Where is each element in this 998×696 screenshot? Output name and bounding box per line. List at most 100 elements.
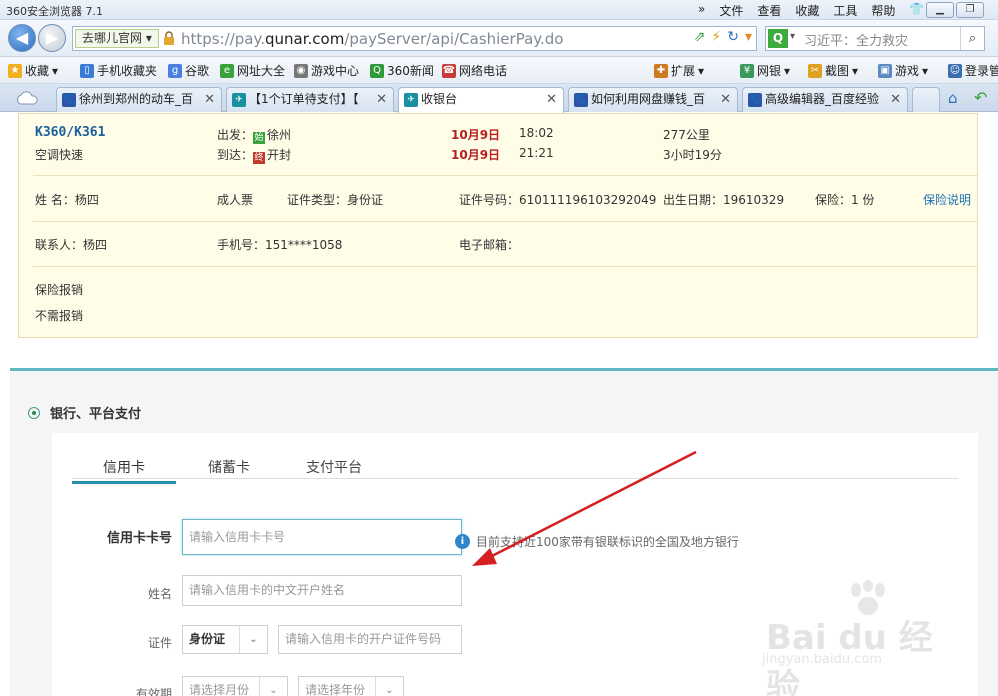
chevron-down-icon: ⌄ [259, 677, 287, 696]
tab-netdisk[interactable]: 🐾 如何利用网盘赚钱_百 ✕ [568, 87, 738, 112]
new-tab-button[interactable] [912, 87, 940, 112]
search-engine-icon[interactable]: Q [768, 29, 788, 48]
chevron-down-icon: ⌄ [375, 677, 403, 696]
bookmark-extensions[interactable]: ✚ 扩展 ▾ [654, 62, 704, 79]
bookmark-google[interactable]: g 谷歌 [168, 62, 209, 79]
arrive-date: 10月9日 [451, 148, 501, 162]
minimize-button[interactable]: ▁ [926, 2, 954, 18]
depart-info: 出发：始 徐州 [217, 128, 292, 144]
id-number: 证件号码：610111196103292049 [459, 193, 657, 207]
insurance-info-link[interactable]: 保险说明 [923, 191, 971, 208]
cardholder-name-input[interactable]: 请输入信用卡的中文开户姓名 [182, 575, 462, 606]
search-engine-dropdown-icon[interactable]: ▾ [790, 31, 795, 42]
browser-title-bar: 360安全浏览器 7.1 » 文件 查看 收藏 工具 帮助 👕 ▁ ❐ [0, 0, 998, 20]
gamepad-icon: ◉ [294, 63, 308, 78]
id-type-select[interactable]: 身份证 ⌄ [182, 625, 268, 654]
menu-more[interactable]: » [698, 2, 705, 19]
google-icon: g [168, 63, 182, 78]
bookmark-screenshot[interactable]: ✂ 截图 ▾ [808, 62, 858, 79]
bookmark-login[interactable]: ☺ 登录管 [948, 62, 998, 79]
card-number-input[interactable]: 请输入信用卡卡号 [182, 519, 462, 555]
tab-credit-card[interactable]: 信用卡 [72, 457, 176, 484]
id-number-input[interactable]: 请输入信用卡的开户证件号码 [278, 625, 462, 654]
bookmark-bank[interactable]: ¥ 网银 ▾ [740, 62, 790, 79]
cloud-icon[interactable] [14, 90, 40, 106]
divider [33, 175, 977, 176]
tab-debit-card[interactable]: 储蓄卡 [208, 457, 250, 477]
url-text[interactable]: https://pay.qunar.com/payServer/api/Cash… [181, 29, 563, 49]
baidu-paw-icon: 🐾 [748, 93, 762, 107]
menu-file[interactable]: 文件 [719, 2, 743, 19]
bookmark-favorites[interactable]: ★ 收藏 ▾ [8, 62, 58, 79]
qunar-icon: ✈ [232, 93, 246, 107]
refresh-icon[interactable]: ↻ [727, 29, 739, 45]
expiry-label: 有效期 [135, 687, 172, 696]
bank-support-note: i 目前支持近100家带有银联标识的全国及地方银行 [455, 533, 739, 550]
search-input[interactable]: 习近平：全力救灾 [804, 30, 908, 49]
home-icon[interactable]: ⌂ [948, 89, 958, 107]
payment-method-header[interactable]: 银行、平台支付 [28, 403, 141, 422]
bookmark-mobile[interactable]: ▯ 手机收藏夹 [80, 62, 157, 79]
train-number: K360/K361 [35, 125, 106, 140]
address-bar[interactable]: 去哪儿官网 ▾ https://pay.qunar.com/payServer/… [72, 26, 757, 51]
insurance-count: 保险：1 份 [815, 193, 875, 207]
forward-button[interactable]: ▶ [38, 24, 66, 52]
call-icon: ☎ [442, 63, 456, 78]
controller-icon: ▣ [878, 63, 892, 78]
tab-editor[interactable]: 🐾 高级编辑器_百度经验 ✕ [742, 87, 908, 112]
bookmark-hao[interactable]: e 网址大全 [220, 62, 285, 79]
info-icon: i [455, 534, 470, 549]
divider [33, 221, 977, 222]
menu-help[interactable]: 帮助 [871, 2, 895, 19]
close-icon[interactable]: ✕ [204, 88, 215, 111]
search-box[interactable]: Q ▾ 习近平：全力救灾 ⌕ [765, 26, 985, 51]
shirt-icon[interactable]: 👕 [909, 2, 924, 19]
reimburse-value: 不需报销 [35, 309, 84, 323]
undo-icon[interactable]: ↶ [974, 88, 987, 107]
chevron-down-icon: ⌄ [239, 626, 267, 653]
payment-tabs: 信用卡 储蓄卡 支付平台 [72, 449, 958, 484]
expiry-month-select[interactable]: 请选择月份 ⌄ [182, 676, 288, 696]
news-icon: Q [370, 63, 384, 78]
scissors-icon: ✂ [808, 63, 822, 78]
id-label: 证件 [147, 636, 172, 650]
menu-favorites[interactable]: 收藏 [795, 2, 819, 19]
bookmark-game[interactable]: ▣ 游戏 ▾ [878, 62, 928, 79]
menu-tools[interactable]: 工具 [833, 2, 857, 19]
star-icon: ★ [8, 63, 22, 78]
arrive-time: 21:21 [519, 146, 554, 160]
baidu-paw-icon: 🐾 [62, 93, 76, 107]
menu-view[interactable]: 查看 [757, 2, 781, 19]
expiry-year-select[interactable]: 请选择年份 ⌄ [298, 676, 404, 696]
bookmark-phone[interactable]: ☎ 网络电话 [442, 62, 507, 79]
share-icon[interactable]: ⇗ [694, 29, 706, 45]
card-number-label: 信用卡卡号 [106, 531, 172, 546]
close-icon[interactable]: ✕ [720, 88, 731, 111]
back-button[interactable]: ◀ [8, 24, 36, 52]
close-icon[interactable]: ✕ [546, 88, 557, 111]
end-badge: 终 [253, 152, 266, 164]
close-icon[interactable]: ✕ [376, 88, 387, 111]
payment-section-title: 银行、平台支付 [50, 407, 142, 422]
tab-order[interactable]: ✈ 【1个订单待支付】【 ✕ [226, 87, 394, 112]
baidu-paw-icon: 🐾 [574, 93, 588, 107]
restore-button[interactable]: ❐ [956, 2, 984, 18]
name-label: 姓名 [147, 587, 172, 601]
chevron-down-icon[interactable]: ▾ [745, 29, 752, 45]
radio-icon[interactable] [28, 406, 40, 419]
bookmark-games[interactable]: ◉ 游戏中心 [294, 62, 359, 79]
phone-icon: ▯ [80, 63, 94, 78]
bookmark-news[interactable]: Q 360新闻 [370, 62, 434, 79]
tab-payment-platform[interactable]: 支付平台 [306, 457, 362, 477]
tab-xuzhou[interactable]: 🐾 徐州到郑州的动车_百 ✕ [56, 87, 222, 112]
tab-cashier[interactable]: ✈ 收银台 ✕ [398, 87, 564, 113]
search-icon[interactable]: ⌕ [960, 27, 984, 50]
contact-phone: 手机号：151****1058 [217, 238, 343, 252]
speed-icon[interactable]: ⚡ [711, 29, 721, 45]
location-select[interactable]: 去哪儿官网 ▾ [75, 29, 159, 48]
birth-date: 出生日期：19610329 [663, 193, 785, 207]
order-info-panel: K360/K361 空调快速 出发：始 徐州 到达：终 开封 10月9日 18:02… [18, 113, 978, 338]
close-icon[interactable]: ✕ [890, 88, 901, 111]
arrive-info: 到达：终 开封 [217, 148, 292, 164]
start-badge: 始 [253, 132, 266, 144]
